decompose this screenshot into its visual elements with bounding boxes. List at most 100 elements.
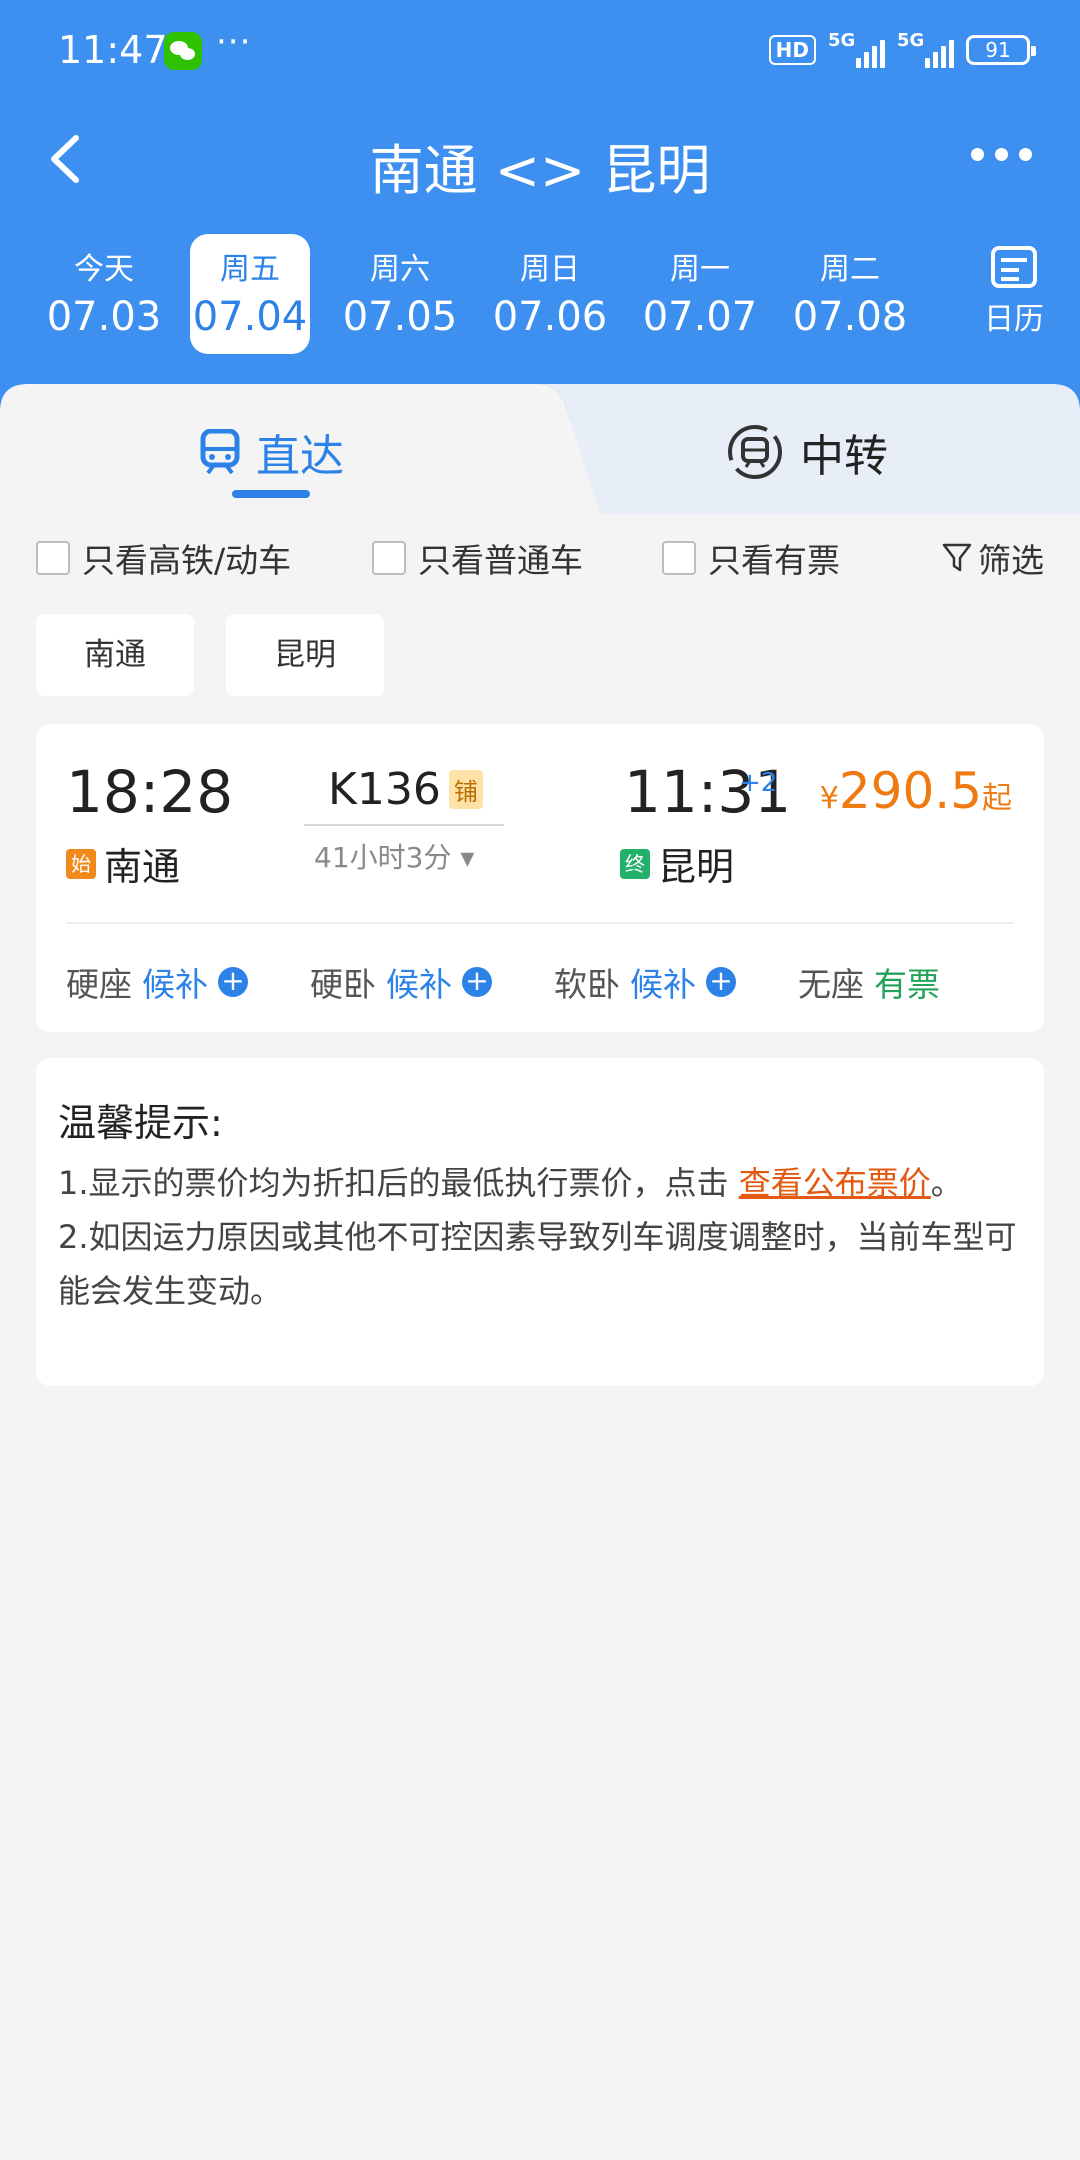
terminal-tag: 终 xyxy=(620,848,650,879)
seat-no-seat[interactable]: 无座 有票 xyxy=(798,958,940,1006)
date-value: 07.08 xyxy=(792,294,908,340)
date-weekday: 周五 xyxy=(220,252,280,287)
berth-badge: 铺 xyxy=(448,770,483,809)
train-icon xyxy=(200,429,240,475)
screen-button[interactable]: 筛选 xyxy=(942,534,1044,582)
date-weekday: 周一 xyxy=(670,252,730,287)
notice-body: 1.显示的票价均为折扣后的最低执行票价，点击 查看公布票价。 2.如因运力原因或… xyxy=(58,1156,1022,1318)
seat-hard-seat[interactable]: 硬座 候补 + xyxy=(66,958,248,1006)
checkbox-available[interactable] xyxy=(662,541,696,575)
funnel-icon xyxy=(942,543,972,572)
notice-card: 温馨提示: 1.显示的票价均为折扣后的最低执行票价，点击 查看公布票价。 2.如… xyxy=(36,1058,1044,1386)
status-time: 11:47 xyxy=(58,28,168,72)
arrival-station-name: 昆明 xyxy=(658,845,735,889)
calendar-icon xyxy=(991,246,1037,288)
filter-bar: 只看高铁/动车 只看普通车 只看有票 筛选 xyxy=(36,534,1044,580)
duration[interactable]: 41小时3分 ▾ xyxy=(314,836,474,876)
network-label-2: 5G xyxy=(897,30,925,51)
date-tab-4[interactable]: 周一 07.07 xyxy=(640,234,760,354)
wechat-icon xyxy=(164,32,202,70)
departure-station-name: 南通 xyxy=(104,845,181,889)
hd-icon: HD xyxy=(768,35,816,65)
battery-icon: 91 xyxy=(966,35,1036,65)
date-tab-0[interactable]: 今天 07.03 xyxy=(44,234,164,354)
notice-line-1-text: 1.显示的票价均为折扣后的最低执行票价，点击 xyxy=(58,1164,739,1202)
network-label-1: 5G xyxy=(828,30,856,51)
price: ¥290.5起 xyxy=(820,762,1012,820)
route-type-tabs: 直达 中转 xyxy=(0,384,1080,514)
filter-high-speed-label: 只看高铁/动车 xyxy=(82,541,292,580)
checkbox-high-speed[interactable] xyxy=(36,541,70,575)
tab-direct-label: 直达 xyxy=(256,431,344,482)
signal-icon-1: 5G xyxy=(828,30,885,68)
date-tab-1-selected[interactable]: 周五 07.04 xyxy=(190,234,310,354)
date-value: 07.06 xyxy=(492,294,608,340)
date-weekday: 周二 xyxy=(820,252,880,287)
seat-soft-sleeper[interactable]: 软卧 候补 + xyxy=(554,958,736,1006)
price-currency: ¥ xyxy=(819,781,839,816)
departure-station: 始 南通 xyxy=(66,836,180,891)
seat-status: 有票 xyxy=(874,965,940,1004)
filter-normal[interactable]: 只看普通车 xyxy=(372,534,583,582)
status-bar: 11:47 ··· HD 5G 5G 91 xyxy=(58,22,1036,78)
date-weekday: 周日 xyxy=(520,252,580,287)
seat-availability: 硬座 候补 + 硬卧 候补 + 软卧 候补 + 无座 有票 xyxy=(66,958,1026,1004)
route-title: 南通 <> 昆明 xyxy=(369,139,711,202)
tab-transfer-label: 中转 xyxy=(800,431,888,482)
seat-status: 候补 xyxy=(386,965,452,1004)
active-tab-indicator xyxy=(232,490,310,498)
tab-direct[interactable]: 直达 xyxy=(200,420,344,484)
seat-type: 硬座 xyxy=(66,965,132,1004)
date-weekday: 周六 xyxy=(370,252,430,287)
more-options-icon[interactable] xyxy=(971,148,1032,161)
arrival-station: 终 昆明 xyxy=(620,836,734,891)
nav-bar: 南通 <> 昆明 xyxy=(0,118,1080,202)
calendar-button[interactable]: 日历 xyxy=(976,246,1052,338)
checkbox-normal[interactable] xyxy=(372,541,406,575)
signal-icon-2: 5G xyxy=(897,30,954,68)
date-value: 07.03 xyxy=(46,294,162,340)
seat-status: 候补 xyxy=(630,965,696,1004)
notice-title: 温馨提示: xyxy=(58,1101,223,1145)
screen-label: 筛选 xyxy=(978,541,1044,580)
add-waitlist-icon[interactable]: + xyxy=(706,967,736,997)
date-value: 07.05 xyxy=(342,294,458,340)
seat-type: 软卧 xyxy=(554,965,620,1004)
date-weekday: 今天 xyxy=(74,252,134,287)
station-chip-origin[interactable]: 南通 xyxy=(36,614,194,696)
card-divider xyxy=(66,922,1014,924)
view-published-fares-link[interactable]: 查看公布票价 xyxy=(739,1164,931,1202)
calendar-label: 日历 xyxy=(984,302,1044,337)
filter-normal-label: 只看普通车 xyxy=(418,541,583,580)
header: 11:47 ··· HD 5G 5G 91 南通 <> 昆明 今天 07.03 xyxy=(0,0,1080,420)
train-card[interactable]: 18:28 始 南通 K136 铺 41小时3分 ▾ 11:31 +2 终 昆明… xyxy=(36,724,1044,1032)
filter-high-speed[interactable]: 只看高铁/动车 xyxy=(36,534,291,582)
date-selector: 今天 07.03 周五 07.04 周六 07.05 周日 07.06 周一 0… xyxy=(44,234,924,354)
add-waitlist-icon[interactable]: + xyxy=(462,967,492,997)
filter-available-label: 只看有票 xyxy=(708,541,840,580)
notice-line-1-end: 。 xyxy=(930,1164,963,1202)
bottom-edge xyxy=(0,2134,1080,2160)
date-value: 07.04 xyxy=(192,294,308,340)
tab-transfer[interactable]: 中转 xyxy=(726,420,888,484)
tabs-background xyxy=(0,384,1080,514)
transfer-icon xyxy=(728,425,782,479)
date-value: 07.07 xyxy=(642,294,758,340)
seat-status: 候补 xyxy=(142,965,208,1004)
seat-type: 硬卧 xyxy=(310,965,376,1004)
add-waitlist-icon[interactable]: + xyxy=(218,967,248,997)
price-suffix: 起 xyxy=(982,781,1012,816)
station-chip-destination[interactable]: 昆明 xyxy=(226,614,384,696)
date-tab-5[interactable]: 周二 07.08 xyxy=(790,234,910,354)
date-tab-2[interactable]: 周六 07.05 xyxy=(340,234,460,354)
seat-hard-sleeper[interactable]: 硬卧 候补 + xyxy=(310,958,492,1006)
date-tab-3[interactable]: 周日 07.06 xyxy=(490,234,610,354)
arrival-day-offset: +2 xyxy=(739,768,778,798)
departure-time: 18:28 xyxy=(66,758,234,826)
origin-tag: 始 xyxy=(66,848,96,879)
notice-line-2: 2.如因运力原因或其他不可控因素导致列车调度调整时，当前车型可能会发生变动。 xyxy=(58,1218,1017,1310)
train-number: K136 铺 xyxy=(328,764,483,815)
duration-line xyxy=(304,824,504,826)
filter-available[interactable]: 只看有票 xyxy=(662,534,840,582)
price-value: 290.5 xyxy=(838,762,982,820)
